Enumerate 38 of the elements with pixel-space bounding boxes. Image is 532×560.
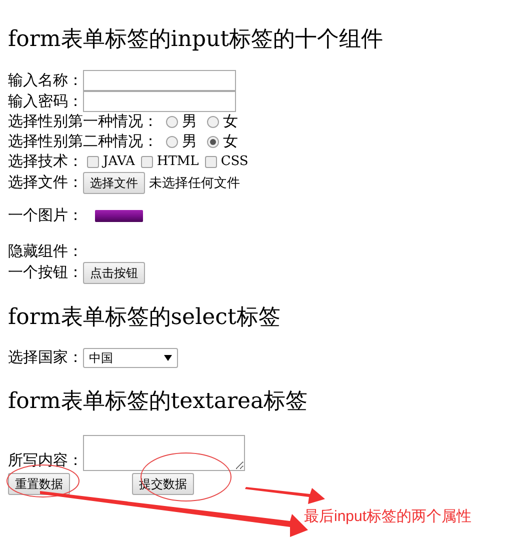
annotation-text: 最后input标签的两个属性 <box>304 507 472 527</box>
checkbox-label: CSS <box>220 153 248 171</box>
checkbox[interactable] <box>204 156 217 168</box>
input-field[interactable] <box>83 91 236 112</box>
section-heading: form表单标签的select标签 <box>8 304 282 332</box>
radio-label: 男 <box>182 113 197 132</box>
radio-label: 男 <box>182 133 197 152</box>
field-label: 选择技术： <box>8 152 83 172</box>
text-area[interactable] <box>83 435 245 471</box>
field-label: 选择性别第一种情况： <box>8 112 158 132</box>
radio-button[interactable] <box>207 136 219 148</box>
checkbox-label: JAVA <box>103 153 135 171</box>
dropdown-arrow-icon <box>164 355 172 361</box>
radio-button[interactable] <box>166 116 178 128</box>
checkbox-label: HTML <box>156 153 199 171</box>
country-select[interactable]: 中国 <box>83 348 178 368</box>
field-label: 隐藏组件： <box>8 242 83 262</box>
radio-button[interactable] <box>207 116 219 128</box>
field-label: 一个图片： <box>8 206 83 226</box>
click-button[interactable]: 点击按钮 <box>83 262 145 284</box>
image-button[interactable] <box>95 210 143 222</box>
radio-label: 女 <box>223 113 238 132</box>
choose-file-button[interactable]: 选择文件 <box>83 172 145 194</box>
input-field[interactable] <box>83 70 236 91</box>
checkbox[interactable] <box>87 156 99 168</box>
field-label: 选择文件： <box>8 174 83 193</box>
reset-button[interactable]: 重置数据 <box>8 473 70 495</box>
radio-label: 女 <box>223 133 238 152</box>
radio-button[interactable] <box>166 136 178 148</box>
checkbox[interactable] <box>140 156 153 168</box>
file-status: 未选择任何文件 <box>149 174 240 192</box>
field-label: 选择国家： <box>8 348 83 368</box>
section-heading: form表单标签的textarea标签 <box>8 388 309 416</box>
field-label: 一个按钮： <box>8 264 83 283</box>
section-heading: form表单标签的input标签的十个组件 <box>8 26 384 54</box>
field-label: 输入名称： <box>8 72 83 90</box>
field-label: 选择性别第二种情况： <box>8 132 158 152</box>
field-label: 输入密码： <box>8 92 83 112</box>
